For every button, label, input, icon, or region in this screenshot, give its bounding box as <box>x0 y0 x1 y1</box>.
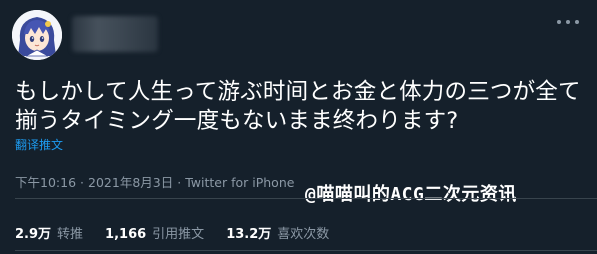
tweet-source[interactable]: Twitter for iPhone <box>185 175 294 190</box>
more-options-icon[interactable] <box>557 18 579 26</box>
tweet-stats: 2.9万 转推 1,166 引用推文 13.2万 喜欢次数 <box>15 223 351 242</box>
anime-avatar-icon <box>12 10 62 60</box>
tweet-card: もしかして人生って游ぶ时间とお金と体力の三つが全て揃うタイミング一度もないまま终… <box>0 0 597 254</box>
quotes-label: 引用推文 <box>152 227 205 242</box>
likes-count: 13.2万 <box>226 227 272 242</box>
tweet-date[interactable]: 2021年8月3日 <box>88 175 173 190</box>
retweets-count: 2.9万 <box>15 227 52 242</box>
tweet-time[interactable]: 下午10:16 <box>15 175 76 190</box>
divider <box>15 250 597 251</box>
author-name-blurred[interactable] <box>72 16 158 52</box>
likes-stat[interactable]: 13.2万 喜欢次数 <box>226 223 329 242</box>
tweet-text: もしかして人生って游ぶ时间とお金と体力の三つが全て揃うタイミング一度もないまま终… <box>15 79 581 134</box>
likes-label: 喜欢次数 <box>277 227 330 242</box>
retweets-stat[interactable]: 2.9万 转推 <box>15 223 83 242</box>
more-dot <box>575 20 579 24</box>
quotes-count: 1,166 <box>105 227 147 242</box>
meta-separator: · <box>80 175 85 190</box>
more-dot <box>566 20 570 24</box>
divider <box>15 198 597 199</box>
retweets-label: 转推 <box>57 227 84 242</box>
quotes-stat[interactable]: 1,166 引用推文 <box>105 223 204 242</box>
more-dot <box>557 20 561 24</box>
watermark: @喵喵叫的ACG二次元资讯 <box>305 184 517 205</box>
translate-tweet-link[interactable]: 翻译推文 <box>15 136 63 153</box>
meta-separator: · <box>177 175 182 190</box>
tweet-meta: 下午10:16 · 2021年8月3日 · Twitter for iPhone <box>15 172 294 191</box>
avatar[interactable] <box>12 10 62 60</box>
